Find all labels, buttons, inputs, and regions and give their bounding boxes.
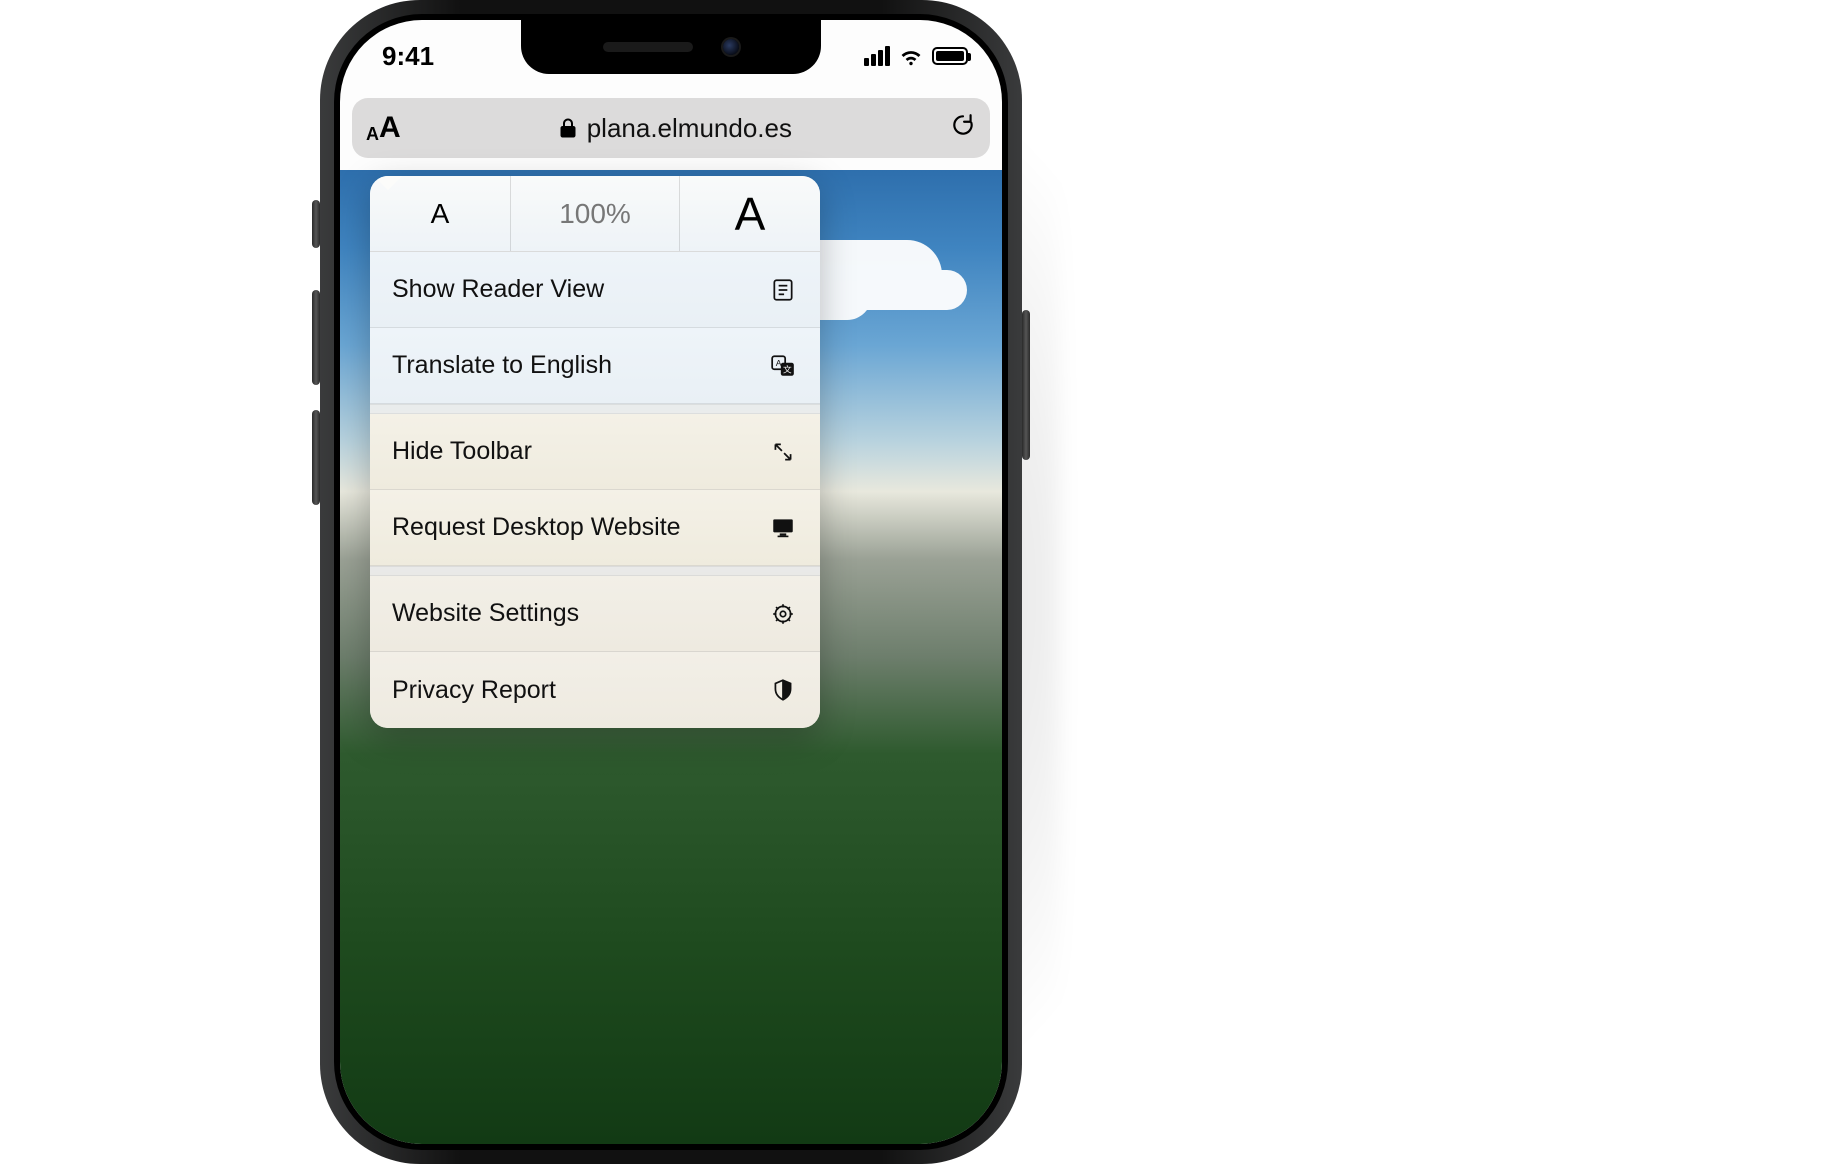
menu-item-label: Website Settings xyxy=(392,599,579,628)
menu-item-desktop-site[interactable]: Request Desktop Website xyxy=(370,490,820,566)
small-a-icon: A xyxy=(366,125,379,143)
url-domain-text: plana.elmundo.es xyxy=(587,113,792,144)
svg-text:文: 文 xyxy=(783,363,792,374)
iphone-device-frame: 9:41 AA xyxy=(320,0,1022,1164)
menu-item-label: Request Desktop Website xyxy=(392,513,681,542)
menu-item-reader-view[interactable]: Show Reader View xyxy=(370,252,820,328)
text-size-increase-button[interactable]: A xyxy=(680,176,820,251)
reload-icon xyxy=(950,112,976,138)
text-size-small-a-icon: A xyxy=(431,198,450,230)
menu-item-label: Privacy Report xyxy=(392,676,556,705)
menu-item-label: Hide Toolbar xyxy=(392,437,532,466)
shield-icon xyxy=(768,677,798,703)
menu-item-privacy-report[interactable]: Privacy Report xyxy=(370,652,820,728)
translate-icon: A文 xyxy=(768,353,798,379)
lock-icon xyxy=(559,117,577,139)
reader-view-icon xyxy=(768,277,798,303)
menu-item-hide-toolbar[interactable]: Hide Toolbar xyxy=(370,414,820,490)
status-time: 9:41 xyxy=(382,41,434,72)
front-camera xyxy=(723,39,739,55)
cellular-signal-icon xyxy=(864,46,890,66)
device-notch xyxy=(521,20,821,74)
mute-switch xyxy=(312,200,320,248)
text-size-control: A 100% A xyxy=(370,176,820,252)
side-power-button xyxy=(1022,310,1030,460)
menu-item-label: Show Reader View xyxy=(392,275,604,304)
battery-icon xyxy=(932,47,968,65)
address-display[interactable]: plana.elmundo.es xyxy=(411,113,940,144)
menu-item-website-settings[interactable]: Website Settings xyxy=(370,576,820,652)
text-size-decrease-button[interactable]: A xyxy=(370,176,510,251)
big-a-icon: A xyxy=(379,113,401,143)
wifi-icon xyxy=(898,46,924,66)
reload-button[interactable] xyxy=(950,112,976,145)
menu-item-label: Translate to English xyxy=(392,351,612,380)
text-zoom-value: 100% xyxy=(559,198,631,230)
earpiece-speaker xyxy=(603,42,693,52)
desktop-icon xyxy=(768,515,798,541)
menu-item-translate[interactable]: Translate to English A文 xyxy=(370,328,820,404)
text-zoom-indicator[interactable]: 100% xyxy=(510,176,680,251)
expand-arrows-icon xyxy=(768,439,798,465)
page-settings-popover: A 100% A Show Reader View xyxy=(370,176,820,728)
volume-up-button xyxy=(312,290,320,385)
page-settings-aa-button[interactable]: AA xyxy=(366,113,401,143)
text-size-large-a-icon: A xyxy=(735,187,766,241)
safari-address-bar: AA plana.elmundo.es xyxy=(352,98,990,158)
gear-icon xyxy=(768,601,798,627)
volume-down-button xyxy=(312,410,320,505)
